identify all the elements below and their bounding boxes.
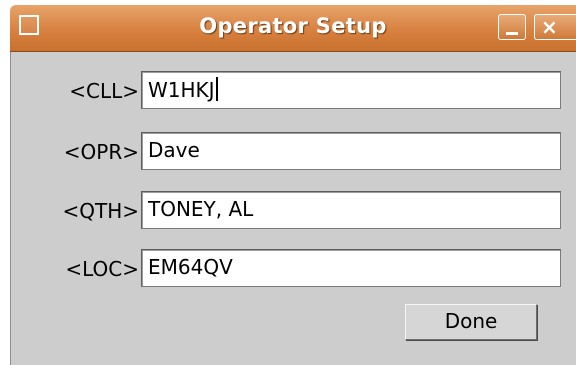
cll-value: W1HKJ bbox=[148, 78, 215, 102]
close-button[interactable]: × bbox=[534, 14, 576, 40]
qth-input[interactable]: TONEY, AL bbox=[141, 191, 561, 229]
text-caret bbox=[215, 77, 218, 101]
field-row-loc: <LOC> EM64QV bbox=[11, 249, 576, 289]
loc-input[interactable]: EM64QV bbox=[141, 249, 561, 287]
loc-label: <LOC> bbox=[65, 257, 139, 281]
window-title: Operator Setup bbox=[199, 14, 387, 38]
title-bar[interactable]: Operator Setup × bbox=[10, 5, 576, 52]
minimize-button[interactable] bbox=[498, 14, 526, 40]
done-button[interactable]: Done bbox=[405, 304, 537, 340]
cll-label: <CLL> bbox=[69, 79, 139, 103]
field-row-opr: <OPR> Dave bbox=[11, 132, 576, 172]
loc-value: EM64QV bbox=[148, 255, 233, 279]
field-row-qth: <QTH> TONEY, AL bbox=[11, 191, 576, 231]
opr-label: <OPR> bbox=[63, 140, 139, 164]
minimize-icon bbox=[506, 32, 518, 35]
opr-input[interactable]: Dave bbox=[141, 132, 561, 170]
qth-value: TONEY, AL bbox=[148, 197, 254, 221]
cll-input[interactable]: W1HKJ bbox=[141, 71, 561, 109]
opr-value: Dave bbox=[148, 138, 200, 162]
operator-setup-window: Operator Setup × <CLL> W1HKJ <OPR> Dave … bbox=[0, 0, 576, 365]
field-row-cll: <CLL> W1HKJ bbox=[11, 71, 576, 111]
close-icon: × bbox=[541, 15, 558, 39]
qth-label: <QTH> bbox=[62, 199, 139, 223]
dialog-body: <CLL> W1HKJ <OPR> Dave <QTH> TONEY, AL <… bbox=[10, 52, 576, 365]
